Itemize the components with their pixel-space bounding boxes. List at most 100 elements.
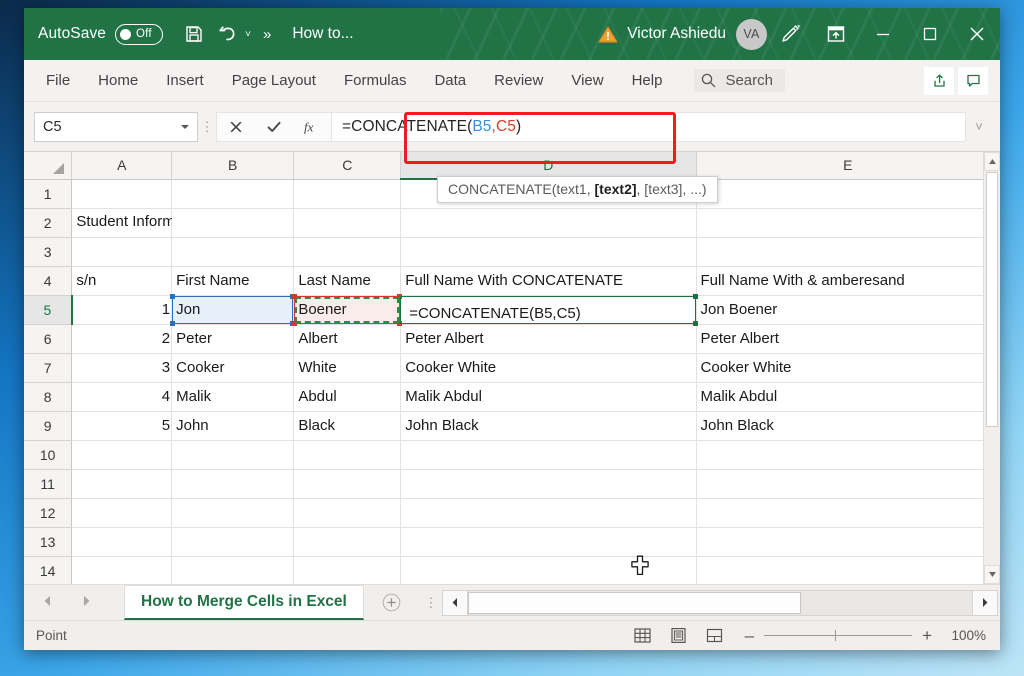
name-box[interactable]: C5 <box>34 111 198 142</box>
save-icon[interactable] <box>177 18 211 50</box>
chevron-double-right-icon[interactable]: » <box>257 26 276 43</box>
cell-b8[interactable]: Malik <box>171 382 295 412</box>
cell-d14[interactable] <box>400 556 697 584</box>
minimize-icon[interactable] <box>859 8 906 60</box>
column-header-d[interactable]: D <box>400 152 697 180</box>
cell-a3[interactable] <box>71 237 173 267</box>
row-header-14[interactable]: 14 <box>24 556 73 584</box>
cell-a11[interactable] <box>71 469 173 499</box>
sheet-tab-how-to-merge-cells-in-excel[interactable]: How to Merge Cells in Excel <box>124 585 364 620</box>
cell-d6[interactable]: Peter Albert <box>400 324 697 354</box>
cell-d11[interactable] <box>400 469 697 499</box>
close-icon[interactable] <box>953 8 1000 60</box>
cell-a13[interactable] <box>71 527 173 557</box>
cell-b4[interactable]: First Name <box>171 266 295 296</box>
ribbon-display-options-icon[interactable] <box>813 14 859 54</box>
horizontal-scrollbar-track[interactable] <box>467 589 972 616</box>
row-header-10[interactable]: 10 <box>24 440 73 470</box>
comment-icon[interactable] <box>958 66 988 95</box>
cell-a6[interactable]: 2 <box>71 324 173 354</box>
share-icon[interactable] <box>924 66 954 95</box>
cell-d10[interactable] <box>400 440 697 470</box>
row-header-7[interactable]: 7 <box>24 353 73 383</box>
cell-a7[interactable]: 3 <box>71 353 173 383</box>
vertical-scrollbar[interactable] <box>983 152 1000 584</box>
row-header-5[interactable]: 5 <box>24 295 73 325</box>
cell-c2[interactable] <box>293 208 402 238</box>
cell-b5[interactable]: Jon <box>170 293 296 326</box>
cell-e11[interactable] <box>696 469 1000 499</box>
cell-d8[interactable]: Malik Abdul <box>400 382 697 412</box>
cell-e13[interactable] <box>696 527 1000 557</box>
zoom-in-button[interactable]: + <box>922 627 932 644</box>
cell-b2[interactable] <box>171 208 295 238</box>
cell-b1[interactable] <box>171 179 295 209</box>
cell-e12[interactable] <box>696 498 1000 528</box>
cell-e5[interactable]: Jon Boener <box>696 295 1000 325</box>
cell-b10[interactable] <box>171 440 295 470</box>
cell-d13[interactable] <box>400 527 697 557</box>
cell-b7[interactable]: Cooker <box>171 353 295 383</box>
scroll-down-icon[interactable] <box>984 565 1000 584</box>
tab-home[interactable]: Home <box>84 60 152 102</box>
cell-e2[interactable] <box>696 208 1000 238</box>
scroll-left-icon[interactable] <box>441 589 468 616</box>
cell-c7[interactable]: White <box>293 353 402 383</box>
cell-d2[interactable] <box>400 208 697 238</box>
page-break-preview-icon[interactable] <box>699 624 731 648</box>
cell-b11[interactable] <box>171 469 295 499</box>
cell-a5[interactable]: 1 <box>71 295 173 325</box>
cell-e10[interactable] <box>696 440 1000 470</box>
autosave-toggle[interactable]: Off <box>115 23 164 45</box>
insert-function-fx-icon[interactable]: fx <box>293 112 331 142</box>
cell-a9[interactable]: 5 <box>71 411 173 441</box>
row-header-3[interactable]: 3 <box>24 237 73 267</box>
row-header-2[interactable]: 2 <box>24 208 73 238</box>
tab-help[interactable]: Help <box>618 60 677 102</box>
row-header-6[interactable]: 6 <box>24 324 73 354</box>
name-box-chevron-down-icon[interactable] <box>181 124 189 129</box>
cell-c3[interactable] <box>293 237 402 267</box>
column-header-a[interactable]: A <box>71 152 173 180</box>
column-header-c[interactable]: C <box>293 152 402 180</box>
cell-b13[interactable] <box>171 527 295 557</box>
cell-a2[interactable]: Student Information <box>71 208 207 238</box>
row-header-4[interactable]: 4 <box>24 266 73 296</box>
pen-ink-icon[interactable] <box>767 14 813 54</box>
cell-e8[interactable]: Malik Abdul <box>696 382 1000 412</box>
vertical-scrollbar-thumb[interactable] <box>986 172 998 427</box>
cell-c5[interactable]: Boener <box>292 293 403 326</box>
add-sheet-plus-icon[interactable] <box>364 585 420 620</box>
cell-b12[interactable] <box>171 498 295 528</box>
cell-c1[interactable] <box>293 179 402 209</box>
cell-a14[interactable] <box>71 556 173 584</box>
row-header-13[interactable]: 13 <box>24 527 73 557</box>
formula-input[interactable]: =CONCATENATE(B5, C5) <box>331 111 966 142</box>
search-input[interactable]: Search <box>694 69 785 92</box>
row-header-11[interactable]: 11 <box>24 469 73 499</box>
formula-bar-expand-chevron-down-icon[interactable]: ˅ <box>966 119 992 134</box>
tab-data[interactable]: Data <box>420 60 480 102</box>
scroll-right-icon[interactable] <box>972 589 998 616</box>
cell-e1[interactable] <box>696 179 1000 209</box>
tab-review[interactable]: Review <box>480 60 557 102</box>
cell-d3[interactable] <box>400 237 697 267</box>
column-header-b[interactable]: B <box>171 152 295 180</box>
cell-a4[interactable]: s/n <box>71 266 173 296</box>
cell-b14[interactable] <box>171 556 295 584</box>
enter-check-icon[interactable] <box>255 112 293 142</box>
tab-page-layout[interactable]: Page Layout <box>218 60 330 102</box>
scroll-up-icon[interactable] <box>984 152 1000 171</box>
row-header-9[interactable]: 9 <box>24 411 73 441</box>
cell-d9[interactable]: John Black <box>400 411 697 441</box>
tab-bar-grip[interactable]: ⋮ <box>420 585 442 620</box>
avatar[interactable]: VA <box>736 18 767 50</box>
cell-e3[interactable] <box>696 237 1000 267</box>
cell-c10[interactable] <box>293 440 402 470</box>
tab-file[interactable]: File <box>24 60 84 102</box>
row-header-12[interactable]: 12 <box>24 498 73 528</box>
cancel-x-icon[interactable] <box>217 112 255 142</box>
row-header-1[interactable]: 1 <box>24 179 73 209</box>
cell-d12[interactable] <box>400 498 697 528</box>
cell-b9[interactable]: John <box>171 411 295 441</box>
